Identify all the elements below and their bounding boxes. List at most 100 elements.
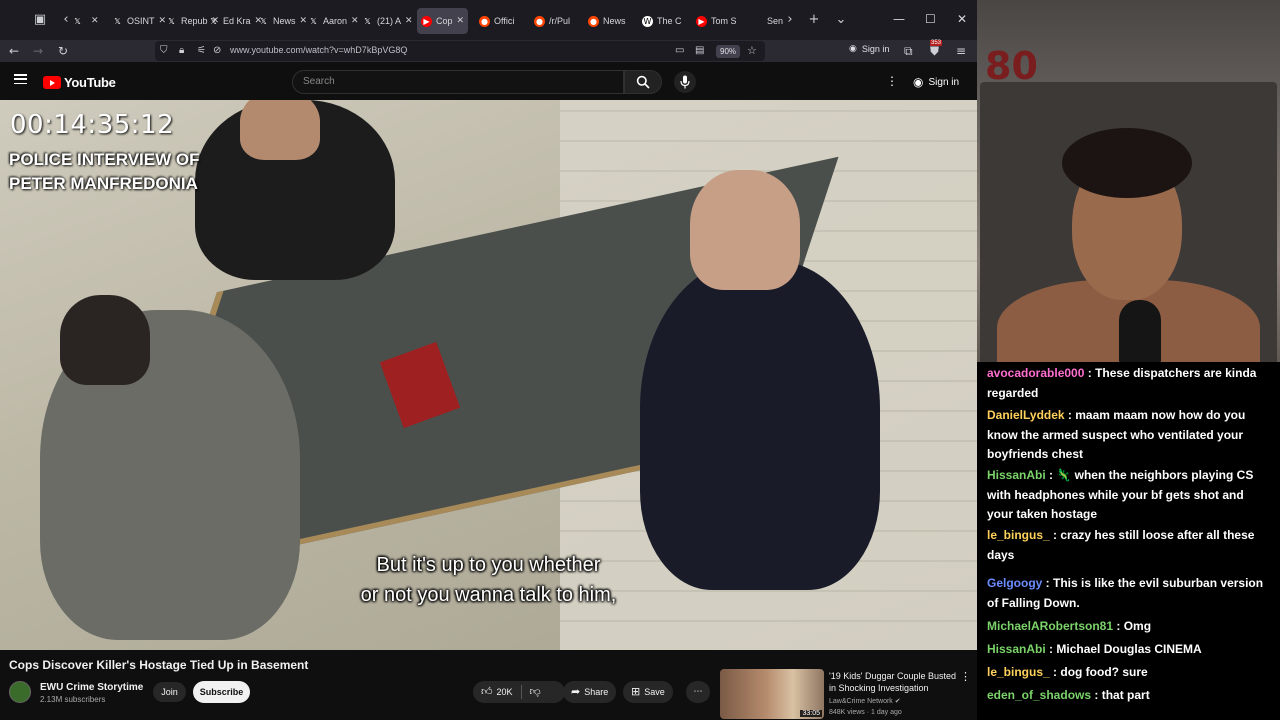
video-scene-head-1	[240, 100, 320, 160]
browser-tab[interactable]: 𝕏 (21) A ✕	[362, 8, 413, 34]
chat-separator: :	[1049, 665, 1061, 679]
lock-icon[interactable]: 🔒︎	[179, 43, 184, 59]
chat-message: avocadorable000 : These dispatchers are …	[987, 364, 1272, 403]
chat-username[interactable]: le_bingus_	[987, 665, 1050, 679]
extensions-icon[interactable]: ⧉	[904, 43, 913, 59]
chat-username[interactable]: eden_of_shadows	[987, 688, 1091, 702]
share-label: Share	[584, 687, 609, 697]
video-overlay-title: POLICE INTERVIEW OF PETER MANFREDONIA	[9, 148, 199, 196]
browser-tab[interactable]: ▶ Cop ✕	[417, 8, 469, 34]
channel-name[interactable]: EWU Crime Storytime	[40, 682, 143, 693]
chat-separator: :	[1084, 366, 1096, 380]
chat-message: HissanAbi : 🦎 when the neighbors playing…	[987, 466, 1272, 525]
tracking-blocked-icon[interactable]: ⊘	[213, 43, 221, 59]
close-tab-icon[interactable]: ✕	[457, 16, 465, 26]
chat-username[interactable]: HissanAbi	[987, 642, 1046, 656]
browser-tab[interactable]: 𝕏 ✕	[72, 8, 99, 34]
channel-avatar[interactable]	[9, 681, 31, 703]
url-text[interactable]: www.youtube.com/watch?v=whD7kBpVG8Q	[230, 45, 407, 55]
tab-overview-icon[interactable]: ▣	[32, 12, 48, 28]
close-window-icon[interactable]: ✕	[957, 12, 967, 26]
chat-message: eden_of_shadows : that part	[987, 686, 1272, 706]
browser-tab-label: The C	[657, 16, 682, 26]
bookmark-star-icon[interactable]: ☆	[747, 43, 757, 59]
browser-tab-label: Tom S	[711, 16, 737, 26]
new-tab-icon[interactable]: +	[806, 12, 822, 28]
picture-in-picture-icon[interactable]: ▭	[675, 43, 684, 59]
shield-icon[interactable]: ⛉	[160, 43, 168, 59]
back-icon[interactable]: ←	[9, 43, 19, 59]
recommended-video-thumbnail[interactable]: 33:05	[720, 669, 824, 719]
list-all-tabs-icon[interactable]: ⌄	[833, 12, 849, 28]
close-tab-icon[interactable]: ✕	[300, 16, 308, 26]
more-actions-button[interactable]: ⋯	[686, 681, 710, 703]
guide-menu-icon[interactable]	[14, 74, 27, 85]
browser-sign-in-label: Sign in	[861, 44, 890, 54]
youtube-icon: ▶	[696, 15, 707, 27]
save-button[interactable]: ⊞ Save	[623, 681, 673, 703]
browser-tab[interactable]: 𝕏 Aaron ✕	[308, 8, 359, 34]
chat-username[interactable]: avocadorable000	[987, 366, 1084, 380]
recommended-channel-name: Law&Crime Network	[829, 698, 893, 705]
maximize-icon[interactable]: ☐	[925, 12, 936, 26]
reddit-icon: ●	[479, 15, 490, 27]
reload-icon[interactable]: ↻	[58, 43, 68, 59]
chat-text: Omg	[1123, 619, 1152, 633]
x-logo-icon: 𝕏	[114, 16, 121, 26]
youtube-logo[interactable]: YouTube	[43, 75, 116, 90]
recommended-video-channel[interactable]: Law&Crime Network ✔	[829, 697, 901, 705]
permissions-icon[interactable]: ⚟	[197, 43, 206, 59]
browser-tab[interactable]: ● /r/Pul	[534, 8, 570, 34]
chat-message: le_bingus_ : dog food? sure	[987, 663, 1272, 683]
browser-tab[interactable]: Sen	[752, 8, 783, 34]
app-menu-icon[interactable]: ≡	[956, 43, 966, 59]
voice-search-button[interactable]	[674, 71, 696, 93]
settings-more-icon[interactable]: ⋮	[886, 74, 898, 88]
recommended-video-title[interactable]: '19 Kids' Duggar Couple Busted in Shocki…	[829, 670, 959, 694]
browser-tab-label: /r/Pul	[549, 16, 571, 26]
chat-username[interactable]: HissanAbi	[987, 468, 1046, 482]
chat-username[interactable]: DanielLyddek	[987, 408, 1065, 422]
youtube-wordmark: YouTube	[64, 75, 116, 90]
account-icon: ◉	[849, 44, 857, 54]
forward-icon[interactable]: →	[33, 43, 43, 59]
browser-tab[interactable]: 𝕏 Ed Kra ✕	[208, 8, 262, 34]
video-player[interactable]: 00:14:35:12 POLICE INTERVIEW OF PETER MA…	[0, 100, 977, 650]
like-button[interactable]: 👍︎ 20K	[481, 681, 513, 703]
overlay-title-line-2: PETER MANFREDONIA	[9, 174, 198, 193]
browser-tab-label: Ed Kra	[223, 16, 251, 26]
browser-tab[interactable]: 𝕏 OSINT ✕	[112, 8, 166, 34]
browser-tab[interactable]: ● News	[588, 8, 626, 34]
close-tab-icon[interactable]: ✕	[91, 16, 99, 26]
dislike-button[interactable]: 👎︎	[530, 681, 541, 703]
browser-tab[interactable]: W The C	[642, 8, 682, 34]
close-tab-icon[interactable]: ✕	[159, 16, 167, 26]
browser-tab[interactable]: ▶ Tom S	[696, 8, 737, 34]
chat-username[interactable]: MichaelARobertson81	[987, 619, 1113, 633]
tabs-scroll-right-icon[interactable]: ›	[782, 12, 798, 28]
browser-account-button[interactable]: ◉ Sign in	[849, 44, 889, 54]
like-divider	[520, 685, 522, 699]
recommended-video-menu-icon[interactable]: ⋮	[960, 670, 971, 683]
search-input[interactable]: Search	[292, 70, 624, 94]
url-bar[interactable]: ⛉ 🔒︎ ⚟ ⊘ www.youtube.com/watch?v=whD7kBp…	[155, 41, 765, 61]
chat-message: MichaelARobertson81 : Omg	[987, 617, 1272, 637]
chat-username[interactable]: le_bingus_	[987, 528, 1050, 542]
chat-username[interactable]: Gelgoogy	[987, 576, 1042, 590]
browser-tab[interactable]: ● Offici	[479, 8, 514, 34]
x-logo-icon: 𝕏	[364, 16, 371, 26]
close-tab-icon[interactable]: ✕	[351, 16, 359, 26]
subscribe-button[interactable]: Subscribe	[193, 681, 250, 703]
reader-view-icon[interactable]: ▤	[695, 43, 704, 59]
browser-tab-label: News	[273, 16, 296, 26]
chat-text: Michael Douglas CINEMA	[1056, 642, 1202, 656]
browser-tab-label: Sen	[767, 16, 784, 26]
browser-tab[interactable]: 𝕏 News ✕	[258, 8, 307, 34]
join-button[interactable]: Join	[153, 682, 186, 702]
zoom-level-badge[interactable]: 90%	[716, 45, 741, 58]
youtube-sign-in-button[interactable]: ◉ Sign in	[913, 75, 959, 89]
close-tab-icon[interactable]: ✕	[405, 16, 413, 26]
search-button[interactable]	[624, 70, 662, 94]
minimize-icon[interactable]: —	[893, 12, 905, 26]
share-button[interactable]: ➦ Share	[563, 681, 617, 703]
